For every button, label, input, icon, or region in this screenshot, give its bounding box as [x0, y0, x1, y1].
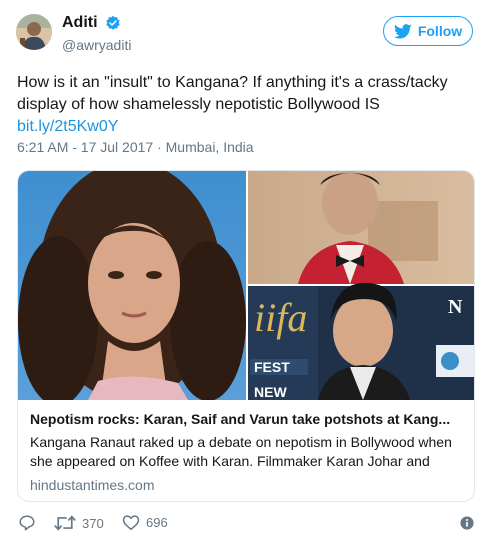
twitter-bird-icon — [393, 23, 412, 38]
card-image-new-text: NEW — [254, 384, 287, 400]
verified-badge-icon — [106, 15, 120, 30]
like-count: 696 — [146, 515, 168, 530]
card-image-n-text: N — [448, 296, 463, 318]
card-description: Kangana Ranaut raked up a debate on nepo… — [30, 434, 452, 469]
card-title[interactable]: Nepotism rocks: Karan, Saif and Varun ta… — [30, 409, 462, 429]
link-card[interactable]: iifa FEST NEW N Nepotism rocks: Karan, S… — [17, 170, 475, 502]
card-image-fest-text: FEST — [254, 359, 290, 375]
retweet-count: 370 — [82, 515, 104, 531]
tweet-text: How is it an "insult" to Kangana? If any… — [17, 72, 477, 138]
tweet-timestamp[interactable]: 6:21 AM - 17 Jul 2017 · Mumbai, India — [17, 139, 254, 155]
retweet-icon — [54, 515, 76, 531]
reply-button[interactable] — [18, 514, 36, 532]
follow-button[interactable]: Follow — [383, 16, 473, 46]
avatar[interactable] — [16, 14, 52, 50]
avatar-image — [16, 14, 52, 50]
tweet-body: How is it an "insult" to Kangana? If any… — [17, 74, 448, 113]
card-image-iifa-text: iifa — [254, 295, 307, 340]
follow-button-label: Follow — [417, 23, 463, 39]
retweet-button[interactable]: 370 — [54, 514, 104, 532]
like-button[interactable]: 696 — [122, 514, 168, 531]
tweet-info-button[interactable] — [460, 516, 474, 535]
author-display-name[interactable]: Aditi — [62, 14, 98, 32]
tweet-actions: 370 696 — [18, 514, 474, 538]
heart-icon — [122, 515, 140, 530]
card-image: iifa FEST NEW N — [18, 171, 474, 400]
tweet-link[interactable]: bit.ly/2t5Kw0Y — [17, 116, 477, 138]
card-domain: hindustantimes.com — [30, 477, 155, 493]
author-handle[interactable]: @awryaditi — [62, 37, 131, 53]
card-body: Nepotism rocks: Karan, Saif and Varun ta… — [18, 400, 474, 493]
info-icon — [460, 516, 474, 530]
reply-icon — [19, 515, 35, 531]
